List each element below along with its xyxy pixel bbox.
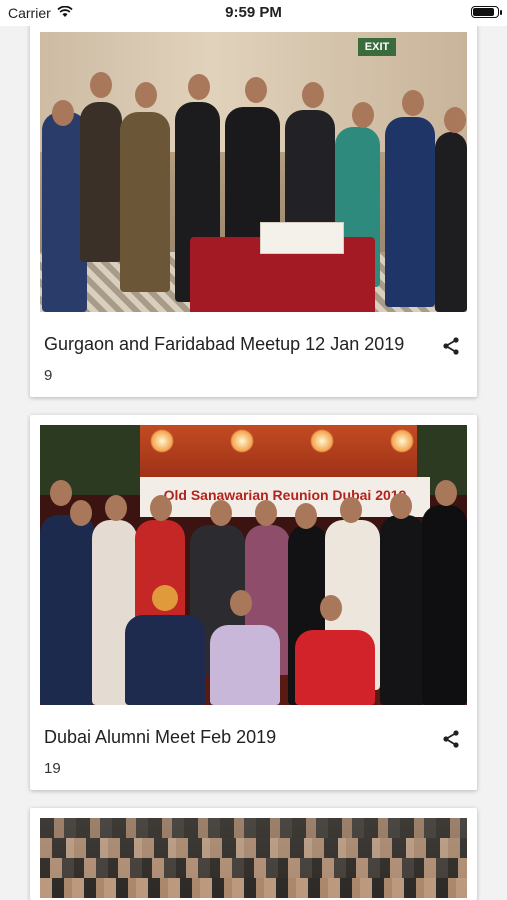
person (380, 515, 425, 705)
person-head (245, 77, 267, 103)
crowd-row (40, 878, 467, 898)
person-head (295, 503, 317, 529)
person-head (435, 480, 457, 506)
person (385, 117, 435, 307)
person-head (444, 107, 466, 133)
person-head (210, 500, 232, 526)
person-head (152, 585, 178, 611)
person (422, 505, 467, 705)
cake (260, 222, 344, 254)
crowd-row (40, 818, 467, 838)
album-card[interactable] (30, 808, 477, 900)
person-head (402, 90, 424, 116)
ceiling-light (150, 429, 174, 453)
album-photo-count: 19 (44, 760, 61, 777)
person-head (352, 102, 374, 128)
person (125, 615, 205, 705)
album-photo[interactable]: EXIT (40, 32, 467, 312)
person-head (50, 480, 72, 506)
person-head (302, 82, 324, 108)
ceiling-light (230, 429, 254, 453)
person-head (90, 72, 112, 98)
battery-fill (473, 8, 494, 16)
album-card[interactable]: Old Sanawarian Reunion Dubai 2019 Dubai … (30, 415, 477, 790)
share-button[interactable] (441, 336, 461, 356)
share-icon (443, 730, 459, 748)
person (210, 625, 280, 705)
person-head (390, 493, 412, 519)
person-head (105, 495, 127, 521)
album-title[interactable]: Gurgaon and Faridabad Meetup 12 Jan 2019 (44, 334, 424, 355)
exit-sign: EXIT (358, 38, 396, 56)
status-bar: Carrier 9:59 PM (0, 0, 507, 26)
ceiling-light (310, 429, 334, 453)
person (295, 630, 375, 705)
person-head (135, 82, 157, 108)
person (40, 515, 95, 705)
person (80, 102, 122, 262)
person-head (255, 500, 277, 526)
person (435, 132, 467, 312)
person-head (150, 495, 172, 521)
person-head (70, 500, 92, 526)
share-button[interactable] (441, 729, 461, 749)
banner-text: Old Sanawarian Reunion Dubai 2019 (163, 487, 407, 503)
album-title[interactable]: Dubai Alumni Meet Feb 2019 (44, 727, 424, 748)
share-icon (443, 337, 459, 355)
reunion-banner: Old Sanawarian Reunion Dubai 2019 (140, 477, 430, 517)
album-photo[interactable]: Old Sanawarian Reunion Dubai 2019 (40, 425, 467, 705)
person-head (52, 100, 74, 126)
ceiling-light (390, 429, 414, 453)
person-head (320, 595, 342, 621)
album-photo-count: 9 (44, 367, 53, 384)
person-head (230, 590, 252, 616)
person-head (340, 497, 362, 523)
crowd-row (40, 858, 467, 878)
status-time: 9:59 PM (225, 4, 282, 21)
album-photo[interactable] (40, 818, 467, 898)
person (120, 112, 170, 292)
person-head (188, 74, 210, 100)
battery-icon (471, 6, 502, 18)
crowd-row (40, 838, 467, 858)
album-card[interactable]: EXIT Gurgaon and Faridabad Meetup 12 Jan… (30, 22, 477, 397)
